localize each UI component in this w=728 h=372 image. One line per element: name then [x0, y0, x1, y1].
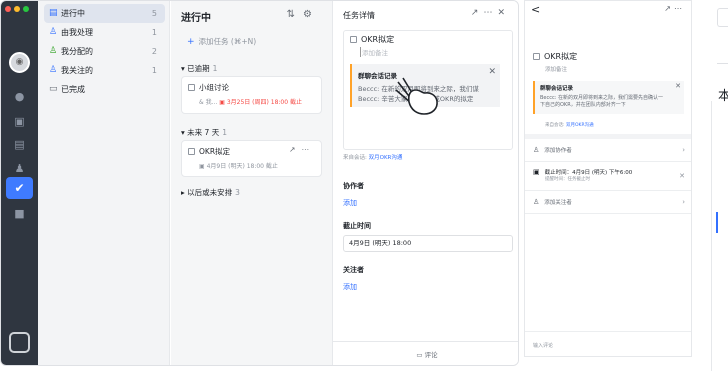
source-chat-link[interactable]: 双月OKR沟通: [369, 155, 403, 161]
follow-icon: ♙: [49, 65, 58, 75]
tasks-nav-icon[interactable]: ✔: [6, 177, 33, 199]
close-icon[interactable]: ✕: [497, 8, 510, 18]
divider: [525, 213, 691, 214]
close-icon[interactable]: ✕: [679, 172, 685, 180]
sidebar-item-completed[interactable]: ▭ 已完成: [44, 80, 165, 99]
section-next-7-days[interactable]: ▾ 未来 7 天1: [181, 127, 227, 138]
chevron-right-icon: ▸: [181, 188, 185, 197]
mobile-task-view: < ↗⋯ OKR拟定 添加备注 群聊会话记录 Beccc: 在新的双月即将到来之…: [524, 0, 692, 357]
section-later[interactable]: ▸ 以后或未安排 3: [181, 187, 240, 198]
docs-icon[interactable]: ▤: [12, 137, 27, 152]
assign-icon: ♙: [49, 46, 58, 56]
detail-header: 任务详情: [343, 11, 375, 20]
selection-indicator: [716, 212, 718, 233]
task-detail-panel: 任务详情 ↗⋯✕ OKR拟定 添加备注 群聊会话记录 Beccc: 在新的双月即…: [332, 1, 518, 365]
more-icon[interactable]: ⋯: [674, 4, 685, 13]
note-input[interactable]: 添加备注: [545, 65, 567, 73]
task-title-field[interactable]: OKR拟定: [361, 35, 394, 44]
divider: [717, 63, 728, 64]
maximize-window-button[interactable]: [23, 6, 29, 12]
task-checkbox[interactable]: [188, 84, 195, 91]
comment-input[interactable]: 输入评论: [533, 342, 553, 349]
task-card-group-discussion[interactable]: 小组讨论 & 我... ▣ 3月25日 (周四) 18:00 截止: [181, 76, 322, 114]
close-icon[interactable]: ✕: [488, 67, 496, 77]
back-button[interactable]: <: [531, 3, 540, 16]
followers-label: 关注者: [343, 266, 364, 274]
sidebar-item-assigned-to-me[interactable]: ♙ 由我处理 1: [44, 23, 165, 42]
close-icon[interactable]: ✕: [675, 82, 681, 90]
avatar[interactable]: ◉: [9, 52, 30, 73]
calendar-icon: ▣: [219, 99, 227, 106]
chevron-right-icon: ›: [682, 198, 685, 206]
share-icon[interactable]: ↗: [471, 8, 484, 18]
chat-record-card[interactable]: 群聊会话记录 Beccc: 在新的双月即将到来之际，我们需要先自确认一 下自己的…: [533, 81, 684, 114]
task-list-panel: 进行中 ⇅⚙ + 添加任务 (⌘+N) ▾ 已逾期 1 小组讨论 & 我... ▣ …: [171, 1, 332, 365]
due-date-row[interactable]: ▣ 截止时间：4月9日 (明天) 下午6:00 提醒时间：任务截止时 ✕: [533, 168, 685, 182]
source-chat: 来自会话: 双月OKR沟通: [545, 123, 594, 128]
settings-icon[interactable]: ⚙: [303, 9, 320, 20]
comment-button[interactable]: ▭ 评论: [333, 341, 518, 365]
page-title: 进行中: [181, 13, 211, 24]
chevron-right-icon: ›: [682, 146, 685, 154]
section-overdue[interactable]: ▾ 已逾期 1: [181, 63, 217, 74]
list-icon: ▤: [49, 8, 58, 18]
task-card-okr[interactable]: OKR拟定 ↗⋯ ▣ 4月9日 (明天) 18:00 截止: [181, 140, 322, 177]
sidebar-item-following[interactable]: ♙ 我关注的 1: [44, 61, 165, 80]
filter-sidebar: ▤ 进行中 5 ♙ 由我处理 1 ♙ 我分配的 2 ♙ 我关注的 1 ▭ 已完成: [38, 1, 170, 365]
divider: [525, 331, 691, 332]
task-title[interactable]: OKR拟定: [533, 51, 577, 62]
divider: [525, 134, 691, 139]
add-collaborator-row[interactable]: ♙ 添加协作者 ›: [533, 146, 685, 154]
comment-icon: ▭: [416, 351, 425, 359]
chevron-down-icon: ▾: [181, 128, 185, 137]
calendar-icon: ▣: [199, 163, 207, 170]
add-collaborator-link[interactable]: 添加: [343, 198, 357, 208]
more-icon[interactable]: ⋯: [483, 8, 497, 18]
add-task-input[interactable]: + 添加任务 (⌘+N): [181, 31, 322, 52]
video-icon[interactable]: ■: [12, 206, 27, 221]
task-app-window: ◉ ● ▣ ▤ ♟ ▦: [0, 0, 519, 366]
partial-text: 本: [718, 89, 728, 104]
person-icon: ♙: [533, 198, 540, 206]
task-checkbox[interactable]: [350, 36, 357, 43]
sidebar-item-assigned-by-me[interactable]: ♙ 我分配的 2: [44, 42, 165, 61]
calendar-icon[interactable]: ▣: [12, 114, 27, 129]
person-icon: ♙: [49, 27, 58, 37]
calendar-icon: ▣: [533, 168, 540, 176]
contacts-icon[interactable]: ♟: [12, 161, 27, 176]
task-checkbox[interactable]: [533, 53, 540, 60]
partial-input-box: [717, 8, 728, 27]
divider: [525, 161, 691, 162]
app-nav-rail: ◉ ● ▣ ▤ ♟ ▦: [1, 1, 38, 365]
close-window-button[interactable]: [5, 6, 11, 12]
note-input[interactable]: 添加备注: [360, 47, 388, 57]
add-follower-link[interactable]: 添加: [343, 282, 357, 292]
task-checkbox[interactable]: [188, 148, 195, 155]
sort-icon[interactable]: ⇅: [287, 9, 303, 20]
divider: [525, 190, 691, 191]
minimize-window-button[interactable]: [14, 6, 20, 12]
share-icon[interactable]: ↗⋯: [289, 145, 315, 154]
due-date-field[interactable]: 4月9日 (明天) 18:00: [343, 235, 513, 252]
due-label: 截止时间: [343, 222, 371, 230]
source-chat: 来自会话: 双月OKR沟通: [343, 155, 403, 161]
window-controls: [5, 6, 29, 12]
add-follower-row[interactable]: ♙ 添加关注者 ›: [533, 198, 685, 206]
divider: [711, 101, 712, 371]
workspace-switcher[interactable]: [9, 332, 30, 353]
chat-icon[interactable]: ●: [12, 89, 27, 104]
archive-icon: ▭: [49, 84, 58, 94]
collaborators-label: 协作者: [343, 182, 364, 190]
sidebar-item-in-progress[interactable]: ▤ 进行中 5: [44, 4, 165, 23]
share-icon[interactable]: ↗: [664, 4, 674, 13]
hand-pointer-icon: [395, 77, 438, 115]
plus-icon: +: [187, 37, 195, 47]
source-chat-link[interactable]: 双月OKR沟通: [566, 123, 594, 128]
person-icon: ♙: [533, 146, 540, 154]
chevron-down-icon: ▾: [181, 64, 185, 73]
